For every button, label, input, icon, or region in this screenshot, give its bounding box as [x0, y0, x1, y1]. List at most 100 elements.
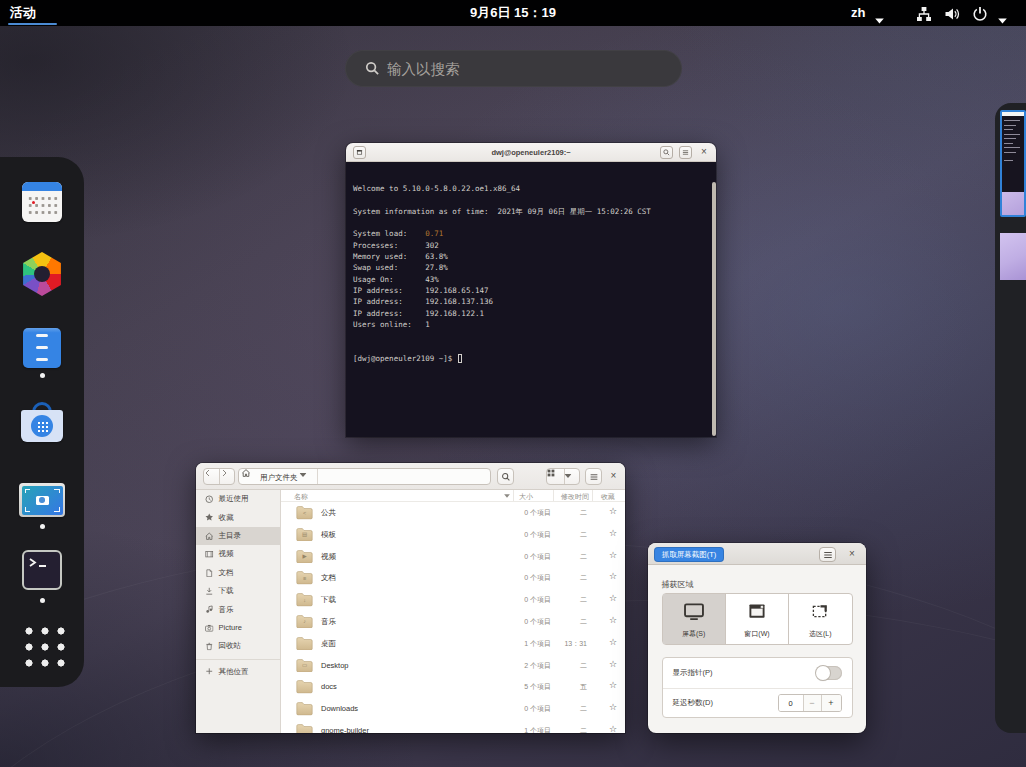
view-chevron-icon [565, 473, 572, 478]
show-apps-icon[interactable] [21, 623, 69, 671]
clock[interactable]: 9月6日 15：19 [0, 4, 1026, 22]
terminal-menu-button[interactable] [679, 146, 692, 159]
take-screenshot-button[interactable]: 抓取屏幕截图(T) [654, 547, 724, 562]
star-toggle[interactable]: ☆ [609, 528, 617, 538]
list-column-headers[interactable]: 名称 大小 修改时间 收藏 [281, 490, 625, 502]
photos-app-icon[interactable] [20, 252, 64, 296]
terminal-scrollbar[interactable] [712, 182, 716, 436]
terminal-prompt-chevron [29, 558, 37, 567]
folder-emblem-share: < [300, 510, 309, 517]
column-size[interactable]: 大小 [519, 492, 533, 502]
star-toggle[interactable]: ☆ [609, 593, 617, 603]
files-window[interactable]: 用户文件夹 × 最近使用收藏主目录视频文档下载音乐Picture回收站其他位置 … [196, 463, 625, 733]
terminal-line [353, 195, 651, 206]
network-wired-icon[interactable] [916, 6, 932, 22]
file-row-docs[interactable]: docs5 个项目五☆ [281, 676, 625, 698]
terminal-line: Swap used: 27.8% [353, 263, 651, 274]
files-menu-button[interactable] [585, 468, 602, 485]
photos-icon-center [34, 266, 50, 282]
sidebar-item-Picture[interactable]: Picture [196, 619, 280, 637]
file-row-文档[interactable]: ≡文档0 个项目二☆ [281, 567, 625, 589]
files-app-icon[interactable] [23, 328, 61, 368]
sidebar-item-other-locations[interactable]: 其他位置 [196, 663, 280, 681]
file-row-Desktop[interactable]: ▭Desktop2 个项目二☆ [281, 655, 625, 677]
camera-icon [205, 624, 214, 633]
file-row-Downloads[interactable]: Downloads0 个项目二☆ [281, 698, 625, 720]
search-icon [365, 61, 380, 76]
column-star[interactable]: 收藏 [601, 492, 615, 502]
view-toggle-button[interactable] [546, 468, 580, 485]
sidebar-item-视频[interactable]: 视频 [196, 545, 280, 563]
delay-plus-button[interactable]: + [821, 695, 841, 711]
show-pointer-toggle[interactable] [816, 666, 842, 680]
star-toggle[interactable]: ☆ [609, 571, 617, 581]
terminal-close-button[interactable]: × [698, 145, 710, 158]
location-label: 用户文件夹 [260, 473, 298, 483]
mode-窗口(W)[interactable]: 窗口(W) [726, 594, 789, 644]
star-toggle[interactable]: ☆ [609, 702, 617, 712]
system-menu-chevron-icon[interactable] [998, 10, 1007, 16]
delay-spinbox[interactable]: 0 − + [778, 694, 842, 712]
file-row-下载[interactable]: ↓下载0 个项目二☆ [281, 589, 625, 611]
sidebar-item-下载[interactable]: 下载 [196, 582, 280, 600]
calendar-app-icon[interactable] [22, 182, 62, 222]
sidebar-item-文档[interactable]: 文档 [196, 564, 280, 582]
folder-emblem-screen: ▭ [300, 662, 309, 669]
terminal-content[interactable]: Welcome to 5.10.0-5.8.0.22.oe1.x86_64Sys… [346, 162, 716, 437]
power-icon[interactable] [972, 6, 988, 22]
delay-minus-button[interactable]: − [803, 695, 821, 711]
file-row-音乐[interactable]: ♪音乐0 个项目二☆ [281, 611, 625, 633]
mode-屏幕(S)[interactable]: 屏幕(S) [663, 594, 726, 644]
files-close-button[interactable]: × [607, 467, 620, 484]
star-toggle[interactable]: ☆ [609, 724, 617, 733]
sidebar-item-音乐[interactable]: 音乐 [196, 600, 280, 618]
terminal-line: Processes: 302 [353, 241, 651, 252]
delay-value[interactable]: 0 [779, 695, 803, 711]
star-toggle[interactable]: ☆ [609, 680, 617, 690]
sidebar-item-收藏[interactable]: 收藏 [196, 508, 280, 526]
column-name[interactable]: 名称 [294, 492, 308, 502]
screenshot-dialog[interactable]: 抓取屏幕截图(T) × 捕获区域 屏幕(S)窗口(W)选区(L) 显示指针(P)… [648, 543, 866, 733]
terminal-header-bar[interactable]: dwj@openeuler2109:~ × [346, 143, 716, 162]
file-row-公共[interactable]: <公共0 个项目二☆ [281, 502, 625, 524]
software-app-icon[interactable] [21, 402, 63, 442]
files-search-button[interactable] [497, 468, 514, 485]
screenshot-icon-camera [36, 496, 49, 505]
sidebar-item-回收站[interactable]: 回收站 [196, 637, 280, 655]
star-toggle[interactable]: ☆ [609, 659, 617, 669]
screenshot-dialog-header: 抓取屏幕截图(T) × [648, 543, 866, 565]
sidebar-item-主目录[interactable]: 主目录 [196, 527, 280, 545]
terminal-line: IP address: 192.168.137.136 [353, 297, 651, 308]
terminal-window[interactable]: dwj@openeuler2109:~ × Welcome to 5.10.0-… [346, 143, 716, 437]
file-row-视频[interactable]: ▶视频0 个项目二☆ [281, 546, 625, 568]
sort-descending-icon [504, 494, 510, 498]
file-row-gnome-builder[interactable]: gnome-builder1 个项目二☆ [281, 720, 625, 733]
workspace-thumbnail-2[interactable] [1000, 233, 1026, 280]
show-pointer-label: 显示指针(P) [673, 668, 816, 678]
screenshot-menu-button[interactable] [819, 547, 836, 562]
terminal-line [353, 331, 651, 342]
calendar-icon-days [27, 195, 58, 215]
screenshot-app-icon[interactable] [19, 483, 65, 517]
star-toggle[interactable]: ☆ [609, 615, 617, 625]
file-row-桌面[interactable]: 桌面1 个项目13：31☆ [281, 633, 625, 655]
nav-buttons[interactable] [203, 468, 235, 485]
star-toggle[interactable]: ☆ [609, 637, 617, 647]
terminal-app-icon[interactable] [22, 550, 62, 590]
search-field[interactable]: 输入以搜索 [345, 50, 682, 87]
workspace-thumbnail-active[interactable] [1000, 110, 1026, 217]
sidebar-item-最近使用[interactable]: 最近使用 [196, 490, 280, 508]
screenshot-close-button[interactable]: × [846, 547, 858, 561]
files-toolbar: 用户文件夹 × [196, 463, 625, 490]
mode-选区(L)[interactable]: 选区(L) [789, 594, 851, 644]
folder-emblem-doc: ≡ [300, 575, 309, 582]
keyboard-layout-indicator[interactable]: zh [851, 5, 865, 20]
terminal-search-button[interactable] [660, 146, 673, 159]
terminal-line: System information as of time: 2021年 09月… [353, 207, 651, 218]
star-toggle[interactable]: ☆ [609, 506, 617, 516]
volume-icon[interactable] [944, 6, 960, 22]
column-modified[interactable]: 修改时间 [561, 492, 589, 502]
star-toggle[interactable]: ☆ [609, 550, 617, 560]
file-row-模板[interactable]: ▤模板0 个项目二☆ [281, 524, 625, 546]
path-bar[interactable]: 用户文件夹 [238, 468, 491, 485]
